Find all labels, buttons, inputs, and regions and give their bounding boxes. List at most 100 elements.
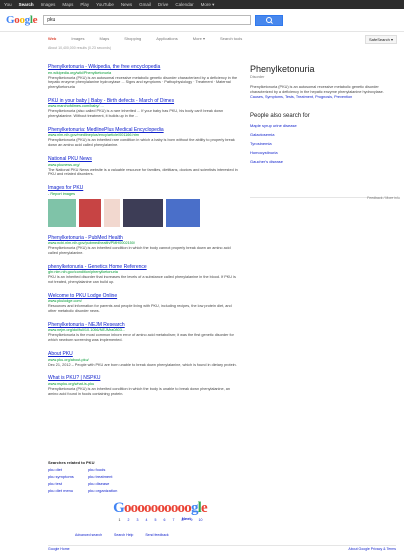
search-result: Phenylketonuria - PubMed Health www.ncbi.… (48, 235, 238, 256)
tab-applications[interactable]: Applications (156, 36, 178, 41)
people-also-search-link[interactable]: Homocystinuria (250, 150, 396, 155)
people-also-search-heading: People also search for (250, 113, 310, 120)
search-result: Phenylketonuria - NEJM Research www.nejm.… (48, 322, 238, 343)
search-result: What is PKU? | NSPKU www.nspku.org/what-i… (48, 375, 238, 396)
page-number[interactable]: 5 (151, 518, 160, 522)
search-icon (266, 17, 273, 23)
people-also-search-link[interactable]: Galactosemia (250, 132, 396, 137)
search-result: PKU in your baby | Baby - Birth defects … (48, 98, 238, 119)
search-result: Phenylketonuria - Wikipedia, the free en… (48, 64, 238, 90)
page-numbers: 1 2 3 4 5 6 7 8 9 10 (80, 518, 240, 522)
people-also-search-list: Maple syrup urine disease Galactosemia Tyr… (250, 123, 396, 164)
page-number[interactable]: 6 (160, 518, 169, 522)
related-searches: Searches related to PKU pku diet pku food… (48, 460, 238, 493)
page-number[interactable]: 3 (133, 518, 142, 522)
topbar-item[interactable]: Play (80, 0, 89, 9)
related-search-link[interactable]: pku diet menu (48, 488, 88, 493)
result-snippet: Resources and information for parents an… (48, 304, 232, 314)
knowledge-panel-text: Phenylketonuria (PKU) is an autosomal re… (250, 85, 384, 94)
bottom-bar: Google Home About Google Privacy & Terms (48, 545, 396, 551)
search-result: phenylketonuria - Genetics Home Referenc… (48, 264, 238, 285)
topbar-item[interactable]: Search (19, 0, 34, 9)
topbar-item[interactable]: Maps (62, 0, 73, 9)
pagination: Goooooooooogle 1 2 3 4 5 6 7 8 9 10 (80, 500, 240, 522)
topbar-item[interactable]: Gmail (139, 0, 151, 9)
search-result: Images for PKU - Report images (48, 185, 238, 227)
result-snippet: Phenylketonuria (PKU) is an inherited co… (48, 246, 231, 255)
image-thumbnails (48, 198, 238, 227)
knowledge-panel-title: Phenylketonuria (250, 64, 315, 74)
search-result: Phenylketonuria: MedlinePlus Medical Enc… (48, 127, 238, 148)
tab-web[interactable]: Web (48, 36, 56, 41)
next-page-link[interactable]: Next (182, 516, 191, 521)
pagination-logo: Goooooooooogle (113, 500, 208, 516)
people-also-search-link[interactable]: Maple syrup urine disease (250, 123, 396, 128)
result-snippet: Dec 21, 2012 – People with PKU are born … (48, 362, 237, 367)
footer-link[interactable]: Send feedback (145, 533, 168, 537)
google-logo[interactable]: Google (6, 14, 38, 26)
related-search-link[interactable]: pku diet (48, 467, 88, 472)
result-snippet: PKU is an inherited disorder that increa… (48, 275, 236, 285)
topbar-item[interactable]: Calendar (175, 0, 193, 9)
results-list: Phenylketonuria - Wikipedia, the free en… (48, 64, 238, 404)
topbar-item[interactable]: Images (41, 0, 56, 9)
related-search-link[interactable]: pku organization (88, 488, 128, 493)
tab-more-[interactable]: More ▾ (193, 36, 205, 41)
result-snippet: Phenylketonuria (also called PKU) is a r… (48, 109, 224, 119)
page-number: 1 (118, 518, 121, 522)
result-snippet: Phenylketonuria (PKU) is an inherited ra… (48, 138, 235, 148)
topbar-item[interactable]: YouTube (96, 0, 114, 9)
page-number[interactable]: 10 (196, 518, 205, 522)
footer-link[interactable]: Search Help (114, 533, 133, 537)
knowledge-panel-links[interactable]: Causes, Symptoms, Tests, Treatment, Prog… (250, 95, 352, 99)
topbar-item[interactable]: More ▾ (201, 0, 215, 9)
page-number[interactable]: 2 (124, 518, 133, 522)
tab-shopping[interactable]: Shopping (124, 36, 141, 41)
knowledge-panel-description: Phenylketonuria (PKU) is an autosomal re… (250, 85, 396, 99)
search-button[interactable] (255, 14, 284, 26)
people-also-search-link[interactable]: Gaucher's disease (250, 159, 396, 164)
tab-images[interactable]: Images (71, 36, 84, 41)
page-number[interactable]: 4 (142, 518, 151, 522)
tab-maps[interactable]: Maps (100, 36, 110, 41)
topbar-item[interactable]: News (121, 0, 132, 9)
image-thumbnail[interactable] (79, 198, 101, 227)
search-header: Google pku (0, 9, 404, 32)
tab-search-tools[interactable]: Search tools (220, 36, 242, 41)
topbar-item[interactable]: You (4, 0, 12, 9)
result-snippet: Phenylketonuria (PKU) is an autosomal re… (48, 75, 238, 90)
result-stats: About 10,400,000 results (0.23 seconds) (48, 46, 112, 50)
footer-link[interactable]: Advanced search (75, 533, 102, 537)
search-result: Welcome to PKU Lodge Online www.pkulodge.… (48, 293, 238, 314)
knowledge-panel: Phenylketonuria Disorder Phenylketonuria… (250, 64, 396, 164)
image-thumbnail[interactable] (123, 198, 163, 227)
footer-links: Advanced search Search Help Send feedback (75, 533, 181, 537)
related-search-link[interactable]: pku disease (88, 481, 128, 486)
related-search-link[interactable]: pku test (48, 481, 88, 486)
image-thumbnail[interactable] (48, 198, 76, 227)
result-snippet: The National PKU News website is a valua… (48, 167, 238, 177)
safesearch-button[interactable]: SafeSearch ▾ (364, 35, 397, 44)
search-result: About PKU www.pku.org/about-pku/Dec 21, 2… (48, 351, 238, 367)
image-thumbnail[interactable] (166, 198, 200, 227)
related-searches-grid: pku diet pku foods pku symptoms pku treatme… (48, 467, 238, 493)
image-thumbnail[interactable] (104, 198, 120, 227)
search-result: National PKU News www.pkunews.org/The Nat… (48, 156, 238, 177)
related-search-link[interactable]: pku foods (88, 467, 128, 472)
page-number[interactable]: 7 (169, 518, 178, 522)
search-tabs: Web Images Maps Shopping Applications More ▾ S… (0, 32, 404, 44)
search-input[interactable]: pku (43, 15, 252, 25)
feedback-link[interactable]: Feedback / More info (367, 196, 400, 200)
knowledge-panel-subtitle: Disorder (250, 75, 265, 79)
privacy-link[interactable]: About Google Privacy & Terms (348, 547, 396, 551)
people-also-search-link[interactable]: Tyrosinemia (250, 141, 396, 146)
topbar-item[interactable]: Drive (158, 0, 169, 9)
top-navigation-bar: You Search Images Maps Play YouTube News Gmail D… (0, 0, 404, 9)
result-url: - Report images (48, 191, 76, 196)
related-searches-heading: Searches related to PKU (48, 460, 95, 465)
result-snippet: Phenylketonuria (PKU) is an inherited co… (48, 386, 230, 396)
related-search-link[interactable]: pku treatment (88, 474, 128, 479)
google-home-link[interactable]: Google Home (48, 547, 70, 551)
related-search-link[interactable]: pku symptoms (48, 474, 88, 479)
result-snippet: Phenylketonuria is the most common inbor… (48, 333, 234, 343)
